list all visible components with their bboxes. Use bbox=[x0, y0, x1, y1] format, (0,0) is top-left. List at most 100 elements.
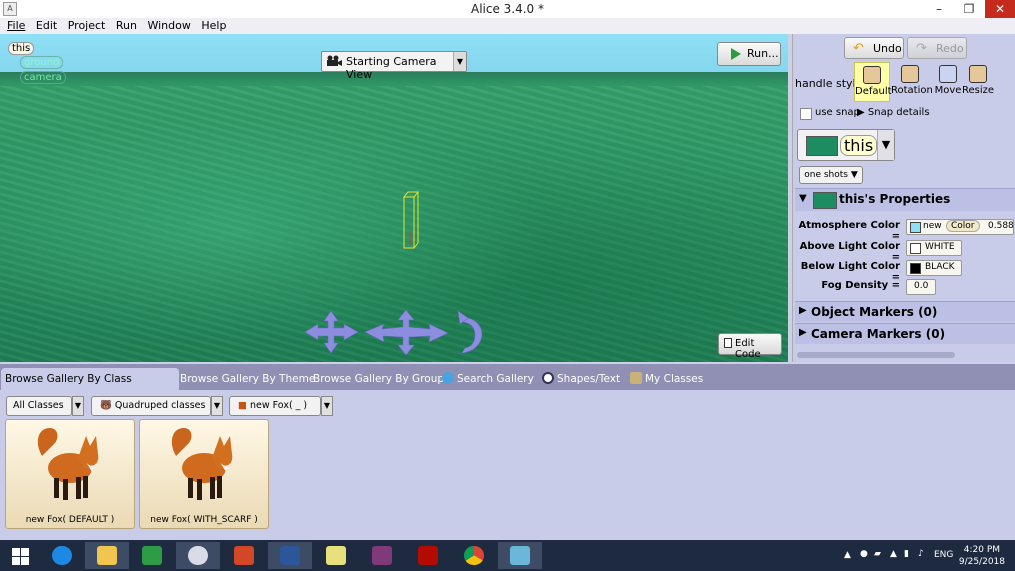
scene-tree-ground[interactable]: ground bbox=[20, 56, 64, 69]
folder-icon bbox=[630, 372, 642, 384]
camera-markers-header[interactable]: ▶ Camera Markers (0) bbox=[795, 323, 1015, 344]
window-title: Alice 3.4.0 * bbox=[470, 2, 545, 16]
windows-taskbar: ▲ ● ▰ ▲ ▮ ♪ ENG 4:20 PM 9/25/2018 bbox=[0, 540, 1015, 571]
color-constructor: Color bbox=[946, 220, 980, 232]
powerpoint-icon[interactable] bbox=[222, 542, 266, 569]
properties-title: this's Properties bbox=[839, 192, 951, 206]
redo-icon: ↷ bbox=[916, 41, 927, 56]
tab-class-hierarchy[interactable]: Browse Gallery By Class Hierarchy bbox=[1, 368, 179, 407]
sticky-notes-icon[interactable] bbox=[314, 542, 358, 569]
store-icon[interactable] bbox=[130, 542, 174, 569]
camera-icon bbox=[327, 55, 342, 66]
handle-style-rotation[interactable]: Rotation bbox=[891, 62, 933, 100]
people-icon[interactable]: ● bbox=[860, 549, 868, 559]
tab-shapes-text[interactable]: Shapes/Text bbox=[538, 368, 624, 390]
battery-icon[interactable]: ▮ bbox=[904, 549, 909, 559]
triangle-right-icon: ▶ bbox=[799, 305, 807, 316]
handle-move-label: Move bbox=[934, 85, 962, 96]
menu-window[interactable]: Window bbox=[147, 18, 190, 34]
chevron-down-icon[interactable]: ▼ bbox=[72, 396, 84, 416]
chevron-down-icon[interactable]: ▼ bbox=[211, 396, 223, 416]
menu-file[interactable]: File bbox=[7, 18, 25, 34]
close-icon[interactable]: ✕ bbox=[985, 0, 1015, 18]
fog-density-value[interactable]: 0.0 bbox=[906, 279, 936, 295]
atmosphere-color-value[interactable]: new Color 0.588 bbox=[906, 219, 1014, 235]
properties-header[interactable]: ▼ this's Properties bbox=[795, 188, 1015, 211]
fog-density-label: Fog Density = bbox=[821, 280, 900, 291]
language-indicator[interactable]: ENG bbox=[934, 550, 953, 560]
scene-tree-camera[interactable]: camera bbox=[20, 71, 66, 84]
triangle-down-icon: ▼ bbox=[799, 193, 807, 204]
manipulator-handles[interactable] bbox=[300, 307, 490, 357]
tab-search[interactable]: Search Gallery bbox=[438, 368, 538, 390]
selected-object-dropdown[interactable]: this ▼ bbox=[797, 129, 895, 161]
onenote-icon[interactable] bbox=[360, 542, 404, 569]
rotation-handle-icon bbox=[901, 65, 919, 83]
chevron-up-icon[interactable]: ▲ bbox=[844, 550, 851, 560]
breadcrumb-all-classes[interactable]: All Classes ▼ bbox=[6, 396, 84, 416]
run-button[interactable]: Run... bbox=[717, 42, 781, 66]
object-markers-header[interactable]: ▶ Object Markers (0) bbox=[795, 301, 1015, 322]
undo-icon: ↶ bbox=[853, 41, 864, 56]
below-light-value[interactable]: BLACK bbox=[906, 260, 962, 276]
handle-style-default[interactable]: Default bbox=[854, 62, 892, 102]
above-light-value[interactable]: WHITE bbox=[906, 240, 962, 256]
snap-details-label: Snap details bbox=[867, 107, 930, 118]
selection-bounding-box bbox=[403, 191, 419, 249]
minimize-icon[interactable]: – bbox=[924, 0, 954, 18]
restore-icon[interactable]: ❐ bbox=[954, 0, 984, 18]
move-arrows-icon bbox=[364, 309, 449, 356]
gallery-item-fox-default[interactable]: new Fox( DEFAULT ) bbox=[5, 419, 135, 529]
volume-icon[interactable]: ♪ bbox=[918, 549, 924, 559]
breadcrumb-new-fox[interactable]: ■ new Fox( _ ) ▼ bbox=[229, 396, 333, 416]
chevron-down-icon: ▼ bbox=[453, 52, 466, 71]
handle-style-resize[interactable]: Resize bbox=[959, 62, 997, 100]
tab-my-classes[interactable]: My Classes bbox=[626, 368, 707, 390]
gallery-item-caption: new Fox( DEFAULT ) bbox=[25, 515, 115, 525]
menu-project[interactable]: Project bbox=[68, 18, 106, 34]
undo-label: Undo bbox=[873, 42, 902, 55]
gallery-item-fox-scarf[interactable]: new Fox( WITH_SCARF ) bbox=[139, 419, 269, 529]
breadcrumb-quadruped[interactable]: 🐻 Quadruped classes ▼ bbox=[91, 396, 223, 416]
menu-edit[interactable]: Edit bbox=[36, 18, 57, 34]
tab-theme[interactable]: Browse Gallery By Theme bbox=[176, 368, 319, 390]
acrobat-icon[interactable] bbox=[406, 542, 450, 569]
horizontal-scrollbar[interactable] bbox=[797, 352, 955, 358]
atmosphere-color-number: 0.588 bbox=[988, 221, 1014, 231]
word-icon[interactable] bbox=[268, 542, 312, 569]
scene-view[interactable]: this ground camera Starting Camera View … bbox=[0, 34, 788, 362]
edit-code-label: Edit Code bbox=[735, 338, 761, 360]
one-shots-button[interactable]: one shots ▼ bbox=[799, 166, 863, 184]
chevron-down-icon[interactable]: ▼ bbox=[321, 396, 333, 416]
wifi-icon[interactable]: ▲ bbox=[890, 549, 897, 559]
undo-button[interactable]: ↶ Undo bbox=[844, 37, 904, 59]
edit-code-button[interactable]: Edit Code bbox=[718, 333, 782, 360]
alice-taskbar-icon[interactable] bbox=[498, 542, 542, 569]
file-explorer-icon[interactable] bbox=[85, 542, 129, 569]
handle-rotation-label: Rotation bbox=[891, 85, 933, 96]
tab-group[interactable]: Browse Gallery By Group bbox=[309, 368, 448, 390]
triangle-right-icon: ▶ bbox=[857, 107, 865, 118]
start-button[interactable] bbox=[0, 542, 44, 569]
snap-details-toggle[interactable]: ▶ Snap details bbox=[857, 107, 930, 118]
color-swatch bbox=[910, 222, 921, 233]
tab-shapes-label: Shapes/Text bbox=[557, 373, 621, 385]
fox-thumbnail-icon bbox=[37, 428, 99, 500]
fog-density-number: 0.0 bbox=[914, 281, 929, 291]
title-bar: A Alice 3.4.0 * – ❐ ✕ bbox=[0, 0, 1015, 19]
chrome-icon[interactable] bbox=[452, 542, 496, 569]
redo-button[interactable]: ↷ Redo bbox=[907, 37, 967, 59]
menu-help[interactable]: Help bbox=[201, 18, 226, 34]
clock[interactable]: 4:20 PM 9/25/2018 bbox=[959, 544, 1005, 568]
scene-editor-panel: ↶ Undo ↷ Redo handle style: Default Rota… bbox=[792, 34, 1015, 362]
selected-object-name: this bbox=[840, 135, 878, 156]
menu-run[interactable]: Run bbox=[116, 18, 137, 34]
scene-tree-this[interactable]: this bbox=[8, 42, 35, 55]
network-icon[interactable]: ▰ bbox=[874, 549, 881, 559]
camera-markers-label: Camera Markers (0) bbox=[811, 327, 946, 341]
camera-view-select[interactable]: Starting Camera View ▼ bbox=[321, 51, 467, 81]
default-handle-icon bbox=[863, 66, 881, 84]
use-snap-checkbox[interactable] bbox=[800, 108, 812, 120]
internet-explorer-icon[interactable] bbox=[40, 542, 84, 569]
snipping-tool-icon[interactable] bbox=[176, 542, 220, 569]
